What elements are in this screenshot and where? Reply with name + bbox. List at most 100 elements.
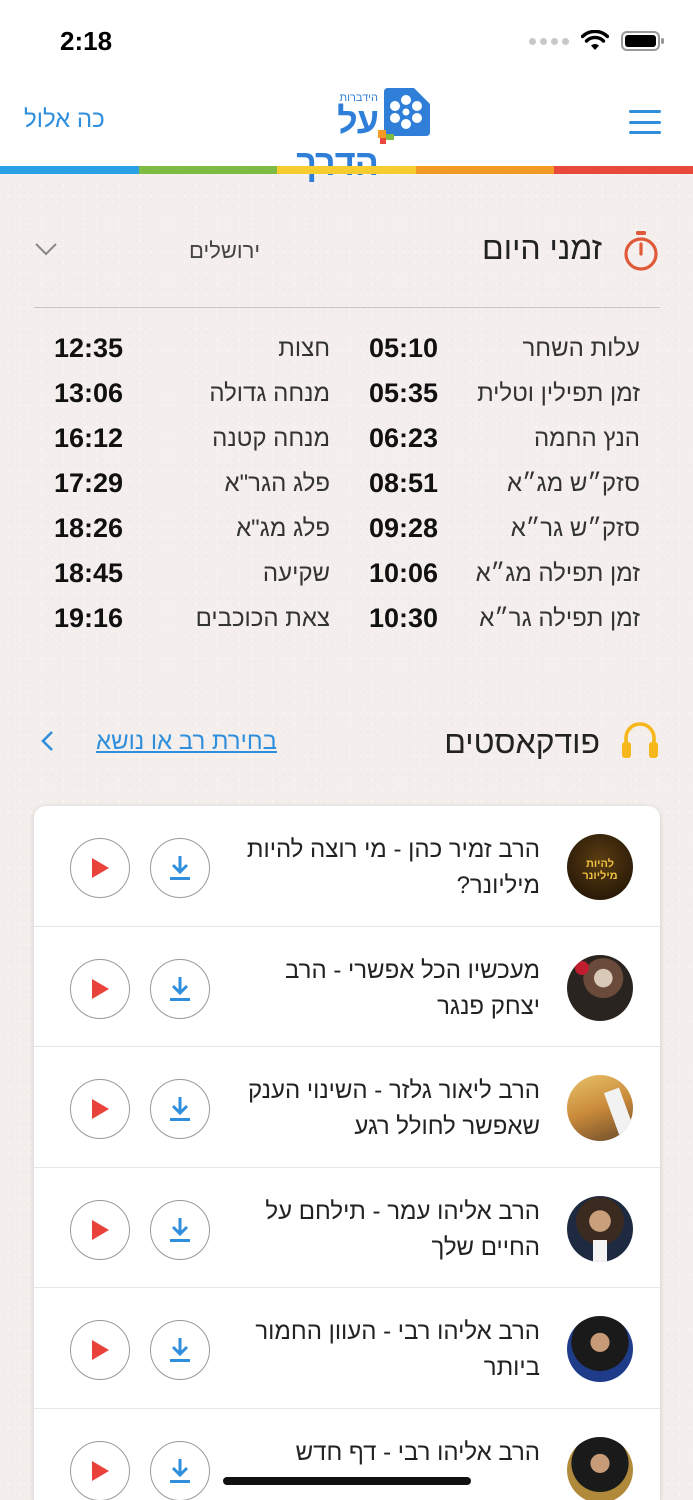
podcast-thumbnail <box>567 1075 633 1141</box>
chevron-left-icon[interactable] <box>40 730 54 752</box>
podcast-title: הרב אליהו רבי - דף חדש <box>295 1438 540 1466</box>
download-button[interactable] <box>150 1079 210 1139</box>
zman-time: 08:51 <box>368 468 438 498</box>
battery-icon <box>621 31 664 51</box>
stripe-green <box>138 166 278 174</box>
podcast-title: הרב אליהו עמר - תילחם על החיים שלך <box>265 1197 540 1261</box>
podcasts-title: פודקאסטים <box>444 724 600 760</box>
play-icon <box>92 978 109 999</box>
zman-time: 10:30 <box>368 603 438 633</box>
download-button[interactable] <box>150 1320 210 1380</box>
headphones-icon <box>622 722 658 758</box>
download-icon <box>170 976 190 1001</box>
download-icon <box>170 856 190 880</box>
podcast-item[interactable]: הרב ליאור גלזר - השינוי הענק שאפשר לחולל… <box>34 1047 660 1168</box>
app-logo[interactable]: הידברות על הדרך <box>258 86 434 183</box>
menu-icon-bar <box>629 110 661 113</box>
thumbnail-caption: להיות מיליונר <box>582 858 618 882</box>
zmanim-row: עלות השחר 05:10 חצות 12:35 <box>34 326 660 371</box>
zman-label: שקיעה <box>262 560 330 587</box>
play-button[interactable] <box>70 1199 130 1260</box>
zman-label: עלות השחר <box>522 335 640 362</box>
zman-label: פלג מג"א <box>236 515 330 542</box>
download-button[interactable] <box>150 958 210 1019</box>
zman-label: זמן תפילה גר״א <box>479 605 640 632</box>
stopwatch-icon <box>624 231 658 271</box>
zmanim-row: זמן תפילה גר״א 10:30 צאת הכוכבים 19:16 <box>34 596 660 641</box>
chevron-down-icon[interactable] <box>34 242 58 256</box>
menu-button[interactable] <box>629 110 661 134</box>
status-time: 2:18 <box>60 26 113 56</box>
thumbnail-accent <box>603 1087 633 1135</box>
stripe-blue <box>0 166 139 174</box>
city-selector-label[interactable]: ירושלים <box>189 238 260 264</box>
signal-icon <box>529 37 569 45</box>
zman-label: פלג הגר"א <box>224 470 330 497</box>
play-button[interactable] <box>70 1079 130 1139</box>
zman-label: זמן תפילה מג״א <box>475 560 640 587</box>
zman-time: 13:06 <box>54 378 124 408</box>
download-icon <box>170 1338 190 1362</box>
zmanim-header: זמני היום ירושלים <box>34 222 660 282</box>
wifi-icon <box>581 30 609 50</box>
stripe-yellow <box>277 166 416 174</box>
status-icons <box>529 30 665 52</box>
play-icon <box>92 1219 109 1240</box>
podcast-thumbnail <box>567 1436 633 1500</box>
play-button[interactable] <box>70 1320 130 1380</box>
thumbnail-accent <box>593 1239 607 1262</box>
zman-label: הנץ החמה <box>533 425 640 452</box>
podcast-list: להיות מיליונר הרב זמיר כהן - מי רוצה להי… <box>34 806 660 1500</box>
zman-time: 16:12 <box>54 423 124 453</box>
zman-label: מנחה גדולה <box>209 380 330 407</box>
podcast-title: הרב ליאור גלזר - השינוי הענק שאפשר לחולל… <box>247 1077 540 1140</box>
download-button[interactable] <box>150 1440 210 1500</box>
menu-icon-bar <box>629 131 661 134</box>
zman-time: 12:35 <box>54 333 124 363</box>
podcast-title: הרב אליהו רבי - העוון החמור ביותר <box>255 1318 540 1381</box>
play-button[interactable] <box>70 838 130 898</box>
download-icon <box>170 1458 190 1483</box>
play-icon <box>92 1460 109 1481</box>
zman-time: 19:16 <box>54 603 124 633</box>
stripe-orange <box>415 166 555 174</box>
zman-time: 17:29 <box>54 468 124 498</box>
podcast-thumbnail <box>567 1195 633 1262</box>
play-button[interactable] <box>70 958 130 1019</box>
stripe-red <box>554 166 693 174</box>
zman-label: מנחה קטנה <box>212 425 330 452</box>
zman-label: סזק״ש מג״א <box>507 470 640 497</box>
play-icon <box>92 1099 109 1119</box>
zman-time: 09:28 <box>368 513 438 543</box>
zman-time: 05:10 <box>368 333 438 363</box>
choose-rabbi-topic-link[interactable]: בחירת רב או נושא <box>96 728 277 756</box>
zman-time: 18:45 <box>54 558 124 588</box>
podcast-title: הרב זמיר כהן - מי רוצה להיות מיליונר? <box>246 836 540 899</box>
home-indicator[interactable] <box>223 1477 471 1485</box>
podcast-item[interactable]: הרב אליהו רבי - דף חדש <box>34 1409 660 1500</box>
podcast-item[interactable]: להיות מיליונר הרב זמיר כהן - מי רוצה להי… <box>34 806 660 927</box>
podcast-thumbnail <box>567 1316 633 1382</box>
download-button[interactable] <box>150 1199 210 1260</box>
podcast-thumbnail <box>567 954 633 1021</box>
podcast-item[interactable]: הרב אליהו רבי - העוון החמור ביותר <box>34 1288 660 1409</box>
zmanim-table: עלות השחר 05:10 חצות 12:35 זמן תפילין וט… <box>34 326 660 641</box>
zman-time: 10:06 <box>368 558 438 588</box>
download-icon <box>170 1217 190 1242</box>
play-icon <box>92 1340 109 1360</box>
zmanim-row: זמן תפילין וטלית 05:35 מנחה גדולה 13:06 <box>34 371 660 416</box>
app-header: כה אלול הידברות על הדרך <box>0 84 693 183</box>
zmanim-row: סזק״ש גר״א 09:28 פלג מג"א 18:26 <box>34 506 660 551</box>
podcast-thumbnail: להיות מיליונר <box>567 834 633 900</box>
zmanim-title: זמני היום <box>482 230 602 266</box>
podcast-item[interactable]: הרב אליהו עמר - תילחם על החיים שלך <box>34 1168 660 1288</box>
zmanim-divider <box>34 307 660 308</box>
zman-label: סזק״ש גר״א <box>510 515 640 542</box>
zmanim-row: הנץ החמה 06:23 מנחה קטנה 16:12 <box>34 416 660 461</box>
podcast-item[interactable]: מעכשיו הכל אפשרי - הרב יצחק פנגר <box>34 927 660 1047</box>
zmanim-row: סזק״ש מג״א 08:51 פלג הגר"א 17:29 <box>34 461 660 506</box>
rainbow-stripe <box>0 166 693 174</box>
download-button[interactable] <box>150 838 210 898</box>
play-button[interactable] <box>70 1440 130 1500</box>
zman-label: זמן תפילין וטלית <box>477 380 640 407</box>
